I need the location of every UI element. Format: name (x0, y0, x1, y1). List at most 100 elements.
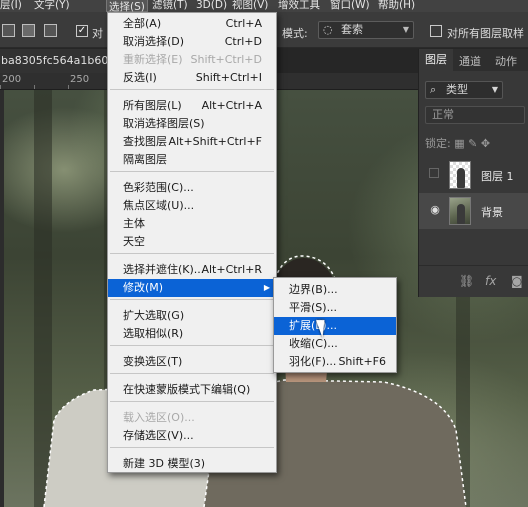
select-menu-item-15[interactable]: 选取相似(R) (108, 325, 276, 343)
select-menu-item-9[interactable]: 焦点区域(U)... (108, 197, 276, 215)
select-menu: 全部(A) Ctrl+A 取消选择(D) Ctrl+D 重新选择(E) Shift+Ctr… (107, 12, 277, 473)
layer-name: 图层 1 (481, 170, 514, 183)
mask-icon[interactable]: ◙ (511, 274, 523, 288)
menu-type[interactable]: 文字(Y) (34, 0, 70, 12)
chevron-down-icon: ▼ (402, 25, 409, 34)
layer-name: 背景 (481, 206, 503, 219)
tab-layers[interactable]: 图层 (419, 49, 453, 71)
lock-pixels-icon[interactable]: ▦ (454, 137, 468, 150)
link-icon[interactable]: ⛓ (459, 274, 474, 288)
select-menu-item-8[interactable]: 色彩范围(C)... (108, 179, 276, 197)
menu-item-label: 平滑(S)... (289, 301, 338, 314)
filter-value: 类型 (446, 83, 468, 96)
menu-item-label: 边界(B)... (289, 283, 338, 296)
select-menu-item-7[interactable]: 隔离图层 (108, 151, 276, 169)
tab-actions[interactable]: 动作 (495, 53, 517, 69)
select-menu-item-10[interactable]: 主体 (108, 215, 276, 233)
menu-item-label: 全部(A) (123, 17, 162, 30)
menu-item-label: 存储选区(V)... (123, 429, 194, 442)
submenu-arrow-icon: ▶ (263, 283, 270, 292)
select-menu-item-19[interactable]: 存储选区(V)... (108, 427, 276, 445)
menu-item-label: 扩展(E)... (289, 319, 338, 332)
select-menu-item-17[interactable]: 在快速蒙版模式下编辑(Q) (108, 381, 276, 399)
menu-separator (110, 299, 274, 300)
layer-filter-select[interactable]: ⌕ 类型 ▼ (425, 81, 503, 99)
menu-item-label: 新建 3D 模型(3) (123, 457, 206, 470)
blend-mode-select[interactable]: 正常 (425, 106, 525, 124)
menu-separator (110, 171, 274, 172)
select-menu-item-4[interactable]: 所有图层(L) Alt+Ctrl+A (108, 97, 276, 115)
modify-menu-item-3[interactable]: 收缩(C)... (274, 335, 396, 353)
chevron-down-icon: ▼ (491, 85, 498, 94)
menu-item-label: 隔离图层 (123, 153, 167, 166)
menu-separator (110, 89, 274, 90)
menu-item-label: 变换选区(T) (123, 355, 183, 368)
select-menu-item-11[interactable]: 天空 (108, 233, 276, 251)
modify-submenu: 边界(B)... 平滑(S)... 扩展(E)... 收缩(C)... 羽化(F)...… (273, 277, 397, 373)
panel-footer: ⛓ fx ◙ (419, 265, 528, 297)
menu-filter[interactable]: 滤镜(T) (152, 0, 188, 12)
menu-item-label: 载入选区(O)... (123, 411, 195, 424)
menu-window[interactable]: 窗口(W) (330, 0, 370, 12)
mode-value: 套索 (341, 23, 363, 36)
menu-help[interactable]: 帮助(H) (378, 0, 415, 12)
document-tab[interactable]: ba8305fc564a1b60e.j (0, 49, 122, 73)
sample-all-checkbox[interactable] (430, 25, 442, 37)
mode-select[interactable]: ◌ 套索 ▼ (318, 21, 414, 39)
modify-menu-item-4[interactable]: 羽化(F)... Shift+F6 (274, 353, 396, 371)
mode-label: 模式: (282, 27, 308, 40)
layer-thumbnail (449, 197, 471, 225)
sample-all-label: 对所有图层取样 (447, 27, 524, 40)
menu-layer[interactable]: 层(I) (0, 0, 22, 12)
select-menu-item-2: 重新选择(E) Shift+Ctrl+D (108, 51, 276, 69)
select-menu-item-3[interactable]: 反选(I) Shift+Ctrl+I (108, 69, 276, 87)
modify-menu-item-2[interactable]: 扩展(E)... (274, 317, 396, 335)
menu-item-shortcut: Alt+Shift+Ctrl+F (168, 135, 262, 148)
fx-icon[interactable]: fx (485, 274, 496, 288)
menu-separator (110, 345, 274, 346)
blend-mode-value: 正常 (432, 108, 454, 121)
menu-item-shortcut: Shift+Ctrl+I (195, 71, 262, 84)
modify-menu-item-1[interactable]: 平滑(S)... (274, 299, 396, 317)
select-menu-item-5[interactable]: 取消选择图层(S) (108, 115, 276, 133)
ruler-tick: 200 (2, 74, 22, 85)
menu-item-label: 重新选择(E) (123, 53, 183, 66)
lock-paint-icon[interactable]: ✎ (468, 137, 481, 150)
lock-row: 锁定: ▦ ✎ ✥ (425, 135, 490, 151)
menu-item-label: 所有图层(L) (123, 99, 182, 112)
document-title: ba8305fc564a1b60e.j (1, 54, 122, 67)
menu-item-shortcut: Ctrl+D (224, 35, 262, 48)
menu-item-label: 修改(M) (123, 281, 164, 294)
add-selection-icon[interactable] (22, 24, 35, 37)
layer-row[interactable]: ◉ 背景 (419, 193, 528, 229)
lock-label: 锁定: (425, 137, 451, 150)
select-menu-item-13[interactable]: 修改(M) ▶ (108, 279, 276, 297)
select-menu-item-20[interactable]: 新建 3D 模型(3) (108, 455, 276, 473)
menu-separator (110, 447, 274, 448)
menu-item-shortcut: Shift+F6 (338, 355, 386, 368)
select-menu-item-1[interactable]: 取消选择(D) Ctrl+D (108, 33, 276, 51)
select-menu-item-14[interactable]: 扩大选取(G) (108, 307, 276, 325)
tab-channels[interactable]: 通道 (459, 53, 481, 69)
select-menu-item-12[interactable]: 选择并遮住(K)... Alt+Ctrl+R (108, 261, 276, 279)
visibility-toggle[interactable] (429, 168, 439, 178)
layer-row[interactable]: 图层 1 (419, 157, 528, 193)
select-menu-item-16[interactable]: 变换选区(T) (108, 353, 276, 371)
subtract-selection-icon[interactable] (44, 24, 57, 37)
menu-view[interactable]: 视图(V) (232, 0, 268, 12)
menu-item-label: 天空 (123, 235, 145, 248)
menu-plugins[interactable]: 增效工具 (278, 0, 320, 12)
select-menu-item-6[interactable]: 查找图层 Alt+Shift+Ctrl+F (108, 133, 276, 151)
menu-3d[interactable]: 3D(D) (196, 0, 227, 12)
lock-move-icon[interactable]: ✥ (481, 137, 490, 150)
checkbox-icon[interactable]: ✓ (76, 25, 88, 37)
search-icon: ⌕ (430, 83, 437, 96)
select-menu-item-0[interactable]: 全部(A) Ctrl+A (108, 15, 276, 33)
menu-item-label: 主体 (123, 217, 145, 230)
menu-select[interactable]: 选择(S) (106, 0, 148, 12)
menu-item-label: 羽化(F)... (289, 355, 337, 368)
lasso-icon: ◌ (323, 23, 333, 36)
new-selection-icon[interactable] (2, 24, 15, 37)
eye-icon[interactable]: ◉ (429, 204, 441, 216)
modify-menu-item-0[interactable]: 边界(B)... (274, 281, 396, 299)
